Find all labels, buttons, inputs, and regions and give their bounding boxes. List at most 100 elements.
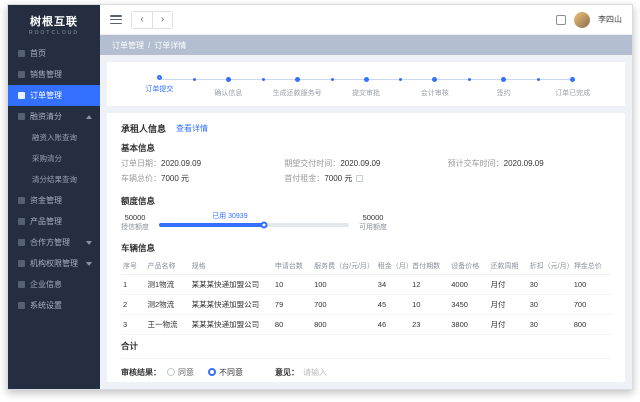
cell: 10	[410, 294, 449, 314]
cell: 80	[273, 314, 312, 334]
sidebar-item-settings[interactable]: 系统设置	[8, 295, 100, 316]
quota-available-block: 50000 可用额度	[359, 213, 387, 233]
sidebar-item-sales[interactable]: 销售管理	[8, 64, 100, 85]
sidebar-subitem-financing-entry-query[interactable]: 融资入账查询	[8, 127, 100, 148]
quota-slider-handle[interactable]	[260, 222, 267, 229]
col-spec: 规格	[190, 258, 273, 275]
field-value: 7000 元	[324, 173, 352, 184]
field-order-date: 订单日期： 2020.09.09	[121, 158, 284, 169]
sidebar-item-funds[interactable]: 资金管理	[8, 190, 100, 211]
table-row[interactable]: 1 测1物流 某某某快递加盟公司 10 100 34 12 4000 月付 30…	[121, 274, 611, 294]
sidebar-item-label: 融资入账查询	[32, 132, 77, 143]
step-dot	[364, 77, 369, 82]
radio-agree[interactable]: 同意	[167, 367, 194, 378]
cell: 79	[273, 294, 312, 314]
sidebar-subitem-purchase-clearing[interactable]: 采购清分	[8, 148, 100, 169]
main-area: ‹ › 李四山 订单管理 / 订单详情	[100, 5, 632, 389]
cell: 100	[312, 274, 376, 294]
down-payment-checkbox[interactable]	[356, 175, 363, 182]
col-index: 序号	[121, 258, 146, 275]
fullscreen-icon[interactable]	[556, 15, 566, 25]
cell: 30	[528, 314, 572, 334]
step-generate-service-no: 生成还款服务号	[263, 74, 332, 98]
order-stepper: 订单提交 确认信息 生成还款服务号 提交审批	[125, 74, 607, 98]
cell: 10	[273, 274, 312, 294]
radio-icon	[167, 368, 175, 376]
table-row[interactable]: 3 王一物流 某某某快递加盟公司 80 800 46 23 3800 月付 30…	[121, 314, 611, 334]
cell: 1	[121, 274, 146, 294]
cell: 700	[312, 294, 376, 314]
vehicle-info-title: 车辆信息	[121, 242, 611, 254]
sidebar-item-orders[interactable]: 订单管理	[8, 85, 100, 106]
history-nav: ‹ ›	[131, 11, 173, 29]
field-value: 2020.09.09	[161, 159, 201, 168]
stepper-mid-dot	[331, 78, 334, 81]
step-submit-approval: 提交审批	[332, 74, 401, 98]
orders-icon	[18, 92, 25, 99]
sales-icon	[18, 71, 25, 78]
radio-icon	[208, 368, 216, 376]
field-label: 预计交车时间：	[448, 158, 504, 169]
cell: 4000	[449, 274, 488, 294]
cell: 34	[376, 274, 410, 294]
sidebar-item-partners[interactable]: 合作方管理	[8, 232, 100, 253]
sidebar-item-products[interactable]: 产品管理	[8, 211, 100, 232]
quota-slider-wrap: 已用 30939	[159, 213, 349, 227]
basic-info-title: 基本信息	[121, 142, 611, 154]
company-icon	[18, 281, 25, 288]
field-down-payment: 首付租金： 7000 元	[284, 173, 447, 184]
cell: 月付	[488, 294, 527, 314]
step-label: 订单已完成	[538, 88, 607, 98]
org-icon	[18, 260, 25, 267]
sidebar-item-company-info[interactable]: 企业信息	[8, 274, 100, 295]
logo-text: 树根互联	[30, 13, 78, 29]
app-window: 树根互联 ROOTCLOUD 首页 销售管理 订单管理 融资清分 融资入账查询 …	[7, 4, 633, 390]
step-label: 确认信息	[194, 88, 263, 98]
view-details-link[interactable]: 查看详情	[176, 123, 208, 134]
quota-total-block: 50000 授信额度	[121, 213, 149, 233]
logo: 树根互联 ROOTCLOUD	[8, 5, 100, 43]
step-label: 订单提交	[125, 84, 194, 94]
sidebar-item-label: 产品管理	[30, 216, 62, 227]
forward-button[interactable]: ›	[152, 12, 172, 28]
financing-icon	[18, 113, 25, 120]
breadcrumb-section[interactable]: 订单管理	[112, 40, 144, 51]
sidebar-item-label: 融资清分	[30, 111, 62, 122]
quota-slider[interactable]	[159, 223, 349, 227]
cell: 46	[376, 314, 410, 334]
step-accounting-review: 会计审核	[400, 74, 469, 98]
sidebar-subitem-clearing-result-query[interactable]: 清分结果查询	[8, 169, 100, 190]
sidebar-item-label: 机构权限管理	[30, 258, 78, 269]
collapse-sidebar-icon[interactable]	[110, 15, 122, 24]
col-repay-cycle: 还款周期	[488, 258, 527, 275]
cell: 3450	[449, 294, 488, 314]
step-dot	[157, 75, 162, 80]
sidebar-item-org-permissions[interactable]: 机构权限管理	[8, 253, 100, 274]
sidebar-item-home[interactable]: 首页	[8, 43, 100, 64]
topbar-right: 李四山	[556, 12, 622, 28]
field-label: 车辆总价：	[121, 173, 161, 184]
back-button[interactable]: ‹	[132, 12, 152, 28]
home-icon	[18, 50, 25, 57]
table-header-row: 序号 产品名称 规格 申请台数 服务费（台/元/月） 租金（月） 首付期数 设备…	[121, 258, 611, 275]
sidebar-item-label: 资金管理	[30, 195, 62, 206]
user-name[interactable]: 李四山	[598, 14, 622, 25]
step-dot	[570, 77, 575, 82]
sidebar-item-financing-clearing[interactable]: 融资清分	[8, 106, 100, 127]
lessee-section-header: 承租人信息 查看详情	[121, 122, 611, 135]
field-value: 7000 元	[161, 173, 189, 184]
cell: 3800	[449, 314, 488, 334]
cell: 800	[312, 314, 376, 334]
cell: 23	[410, 314, 449, 334]
cell: 测2物流	[146, 294, 190, 314]
radio-disagree[interactable]: 不同意	[208, 367, 243, 378]
avatar[interactable]	[574, 12, 590, 28]
topbar: ‹ › 李四山	[100, 5, 632, 35]
field-label: 期望交付时间：	[284, 158, 340, 169]
cell: 某某某快递加盟公司	[190, 294, 273, 314]
order-progress-card: 订单提交 确认信息 生成还款服务号 提交审批	[107, 62, 625, 106]
table-row[interactable]: 2 测2物流 某某某快递加盟公司 79 700 45 10 3450 月付 30…	[121, 294, 611, 314]
chevron-down-icon	[86, 241, 92, 245]
step-confirm-info: 确认信息	[194, 74, 263, 98]
opinion-input[interactable]	[303, 368, 413, 377]
